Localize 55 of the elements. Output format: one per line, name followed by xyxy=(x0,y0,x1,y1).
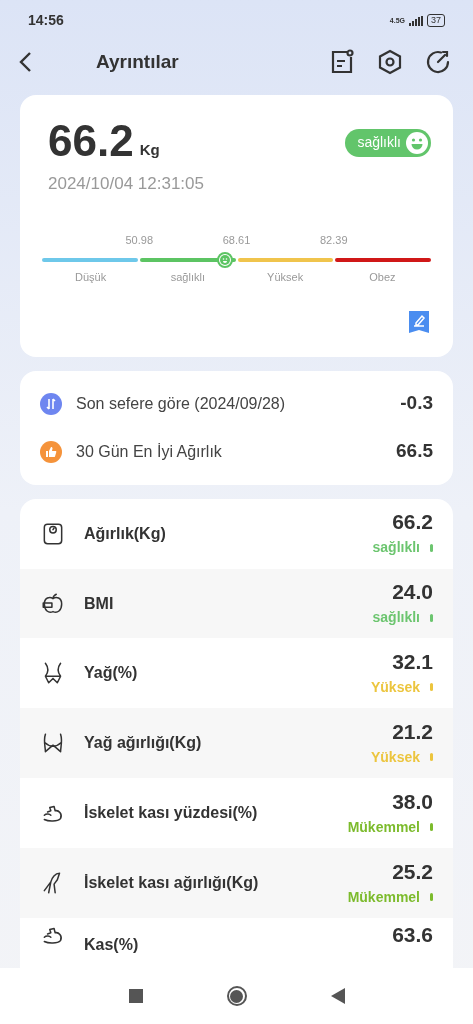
range-label: Düşük xyxy=(75,269,107,285)
refresh-icon[interactable] xyxy=(425,48,451,75)
comparison-label: Son sefere göre (2024/09/28) xyxy=(76,393,287,414)
comparison-value: 66.5 xyxy=(396,439,433,464)
metric-status: Mükemmel xyxy=(347,817,420,837)
weight-unit: Kg xyxy=(139,140,160,161)
metric-label: BMI xyxy=(84,593,115,614)
metric-value: 66.2 xyxy=(392,509,433,536)
compare-arrows-icon xyxy=(40,392,62,415)
threshold-value: 82.39 xyxy=(320,233,348,249)
metric-value: 32.1 xyxy=(392,648,433,675)
metric-row[interactable]: Ağırlık(Kg) 66.2 sağlıklı xyxy=(20,498,453,569)
metric-value: 63.6 xyxy=(392,922,433,949)
metric-value: 38.0 xyxy=(392,788,433,815)
metric-row[interactable]: Yağ(%) 32.1 Yüksek xyxy=(20,638,453,709)
back-nav-icon[interactable] xyxy=(330,988,345,1005)
thumbs-up-icon xyxy=(40,440,62,463)
range-label: Obez xyxy=(369,269,396,285)
home-button[interactable] xyxy=(226,986,247,1007)
threshold-value: 50.98 xyxy=(125,233,153,249)
battery-level: 37 xyxy=(427,14,445,28)
weight-value: 66.2 xyxy=(48,116,134,165)
metric-label: İskelet kası ağırlığı(Kg) xyxy=(84,873,260,894)
metric-label: Yağ(%) xyxy=(84,663,139,684)
threshold-value: 68.61 xyxy=(222,233,251,249)
metric-value: 21.2 xyxy=(392,718,433,745)
edit-icon[interactable] xyxy=(409,311,429,334)
metric-row[interactable]: İskelet kası yüzdesi(%) 38.0 Mükemmel xyxy=(20,778,453,849)
page-title: Ayrıntılar xyxy=(96,49,180,74)
metric-status: Mükemmel xyxy=(347,887,420,907)
signal-icon xyxy=(409,15,423,26)
metric-row[interactable]: BMI 24.0 sağlıklı xyxy=(20,568,453,639)
metric-status: Yüksek xyxy=(370,747,420,767)
settings-icon[interactable] xyxy=(377,48,403,75)
notes-icon[interactable] xyxy=(329,48,355,75)
comparison-value: -0.3 xyxy=(400,391,433,416)
clock-time: 14:56 xyxy=(28,11,64,31)
metric-label: Yağ ağırlığı(Kg) xyxy=(84,733,203,754)
comparison-label: 30 Gün En İyi Ağırlık xyxy=(76,441,223,462)
metric-row[interactable]: Yağ ağırlığı(Kg) 21.2 Yüksek xyxy=(20,708,453,779)
metric-label: Ağırlık(Kg) xyxy=(84,523,167,544)
metric-status: sağlıklı xyxy=(372,538,420,558)
range-label: sağlıklı xyxy=(170,269,205,285)
metric-label: İskelet kası yüzdesi(%) xyxy=(84,803,259,824)
metric-status: sağlıklı xyxy=(372,608,420,627)
badge-label: sağlıklı xyxy=(357,133,401,153)
metric-row[interactable]: İskelet kası ağırlığı(Kg) 25.2 Mükemmel xyxy=(20,848,453,919)
metric-value: 25.2 xyxy=(392,858,433,885)
metric-label: Kas(%) xyxy=(84,935,140,956)
metric-value: 24.0 xyxy=(392,579,433,605)
recent-apps-button[interactable] xyxy=(128,989,143,1004)
metric-row[interactable]: Kas(%) 63.6 xyxy=(20,918,453,969)
metric-status: Yüksek xyxy=(370,677,420,697)
measure-datetime: 2024/10/04 12:31:05 xyxy=(48,172,205,195)
range-label: Yüksek xyxy=(267,269,304,285)
